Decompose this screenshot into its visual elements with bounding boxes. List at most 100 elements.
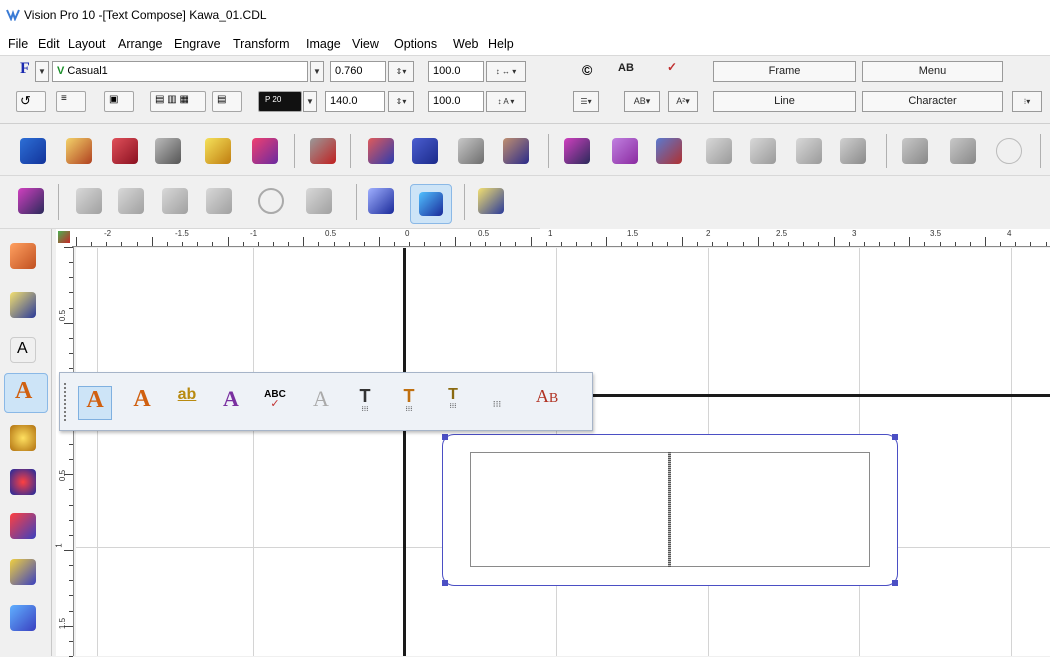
layers-icon[interactable] <box>612 138 638 164</box>
download-icon[interactable] <box>306 188 332 214</box>
menu-web[interactable]: Web <box>453 37 478 51</box>
undo-icon[interactable] <box>368 138 394 164</box>
copyright-icon[interactable]: © <box>582 62 592 78</box>
text-tool-icon: A <box>15 378 33 404</box>
engrave-path-icon[interactable] <box>206 188 232 214</box>
layout-icon[interactable] <box>18 188 44 214</box>
node-edit-icon[interactable] <box>706 138 732 164</box>
text-numbers-icon[interactable]: ⁝⁝⁝ <box>480 386 514 420</box>
menu-help[interactable]: Help <box>488 37 514 51</box>
font-name-dropdown[interactable]: ▼ <box>310 61 324 82</box>
stack-down-selected[interactable] <box>410 184 452 224</box>
group-icon[interactable] <box>950 138 976 164</box>
menu-arrange[interactable]: Arrange <box>118 37 162 51</box>
font-type-dropdown[interactable]: ▼ <box>35 61 49 82</box>
paint-bucket-icon[interactable] <box>10 605 36 631</box>
ruler-tick <box>333 242 335 246</box>
line-spacing-field[interactable]: 140.0 <box>325 91 385 112</box>
menu-options[interactable]: Options <box>394 37 437 51</box>
menu-transform[interactable]: Transform <box>233 37 290 51</box>
text-case-icon[interactable]: AB <box>530 386 564 420</box>
redo-icon[interactable] <box>412 138 438 164</box>
menu-view[interactable]: View <box>352 37 379 51</box>
superscript-dropdown[interactable]: A²▾ <box>668 91 698 112</box>
cut-icon[interactable] <box>458 138 484 164</box>
paragraph-dropdown-icon[interactable]: ▤ <box>212 91 242 112</box>
print-icon[interactable] <box>205 138 231 164</box>
align-left-dropdown-icon[interactable]: ≡ <box>56 91 86 112</box>
text-height-field[interactable]: 0.760 <box>330 61 386 82</box>
edit-shape-icon[interactable] <box>10 513 36 539</box>
shadow-icon[interactable] <box>840 138 866 164</box>
spell-check-icon[interactable]: ABC ✓ <box>258 386 292 420</box>
import-icon[interactable] <box>155 138 181 164</box>
line-spacing-spinner[interactable]: ⇕▾ <box>388 91 414 112</box>
list-dropdown[interactable]: ☰▾ <box>573 91 599 112</box>
machine-setup-icon[interactable] <box>478 188 504 214</box>
text-tracking-icon[interactable]: T ⁝⁝⁝ <box>348 386 382 420</box>
zoom-icon[interactable] <box>10 425 36 451</box>
menu-engrave[interactable]: Engrave <box>174 37 221 51</box>
text-kerning-icon[interactable]: T ⁝⁝⁝ <box>392 386 426 420</box>
ab-accent-icon[interactable]: AB <box>618 62 634 74</box>
machine-icon[interactable] <box>310 138 336 164</box>
text-on-path-icon[interactable]: A <box>214 386 248 420</box>
menu-layout[interactable]: Layout <box>68 37 106 51</box>
character-button[interactable]: Character <box>862 91 1003 112</box>
ruler-corner[interactable] <box>56 229 72 247</box>
selection-handle[interactable] <box>442 580 448 586</box>
properties-icon[interactable] <box>656 138 682 164</box>
save-icon[interactable] <box>112 138 138 164</box>
height-spinner[interactable]: ⇕▾ <box>388 61 414 82</box>
shapes-icon[interactable] <box>10 469 36 495</box>
outline-icon[interactable] <box>162 188 188 214</box>
justify-dropdown-icon[interactable]: ▣ <box>104 91 134 112</box>
menu-file[interactable]: File <box>8 37 28 51</box>
stack-up-icon[interactable] <box>368 188 394 214</box>
row-pos-dropdown[interactable]: ▼ <box>303 91 317 112</box>
fill-icon[interactable] <box>118 188 144 214</box>
new-file-icon[interactable] <box>20 138 46 164</box>
engrave-send-icon[interactable] <box>252 138 278 164</box>
font-name-field[interactable]: V Casual1 <box>52 61 308 82</box>
width-spinner[interactable]: ↕ ↔ ▾ <box>486 61 526 82</box>
menu-image[interactable]: Image <box>306 37 341 51</box>
preview-icon[interactable] <box>503 138 529 164</box>
ab-case-dropdown[interactable]: AB▾ <box>624 91 660 112</box>
extra-dropdown[interactable]: ⁝▾ <box>1012 91 1042 112</box>
paragraph-align-icons[interactable]: ▤ ▥ ▦ <box>150 91 206 112</box>
ellipse-icon[interactable] <box>996 138 1022 164</box>
selection-handle[interactable] <box>442 434 448 440</box>
target-icon[interactable] <box>258 188 284 214</box>
weld-icon[interactable] <box>750 138 776 164</box>
frame-button[interactable]: Frame <box>713 61 856 82</box>
outline-text-icon[interactable]: A <box>304 386 338 420</box>
material-icon[interactable] <box>564 138 590 164</box>
width-percent-field[interactable]: 100.0 <box>428 61 484 82</box>
selection-handle[interactable] <box>892 580 898 586</box>
flyout-grip[interactable] <box>64 383 66 421</box>
arc-text-icon[interactable]: ab <box>170 386 204 420</box>
row-position-indicator[interactable]: P 20 <box>258 91 302 112</box>
select-arrow-icon[interactable] <box>10 243 36 269</box>
text-tool-selected[interactable]: A <box>4 373 48 413</box>
char-spacing-spinner[interactable]: ↕ A ▾ <box>486 91 526 112</box>
line-button[interactable]: Line <box>713 91 856 112</box>
spell-check-small-icon[interactable]: ✓ <box>667 60 677 74</box>
char-spacing-field[interactable]: 100.0 <box>428 91 484 112</box>
machine-tool-icon[interactable] <box>10 292 36 318</box>
open-file-icon[interactable] <box>66 138 92 164</box>
pencil-icon[interactable] <box>10 559 36 585</box>
puzzle-icon[interactable] <box>902 138 928 164</box>
text-baseline-icon[interactable]: T ⁝⁝⁝ <box>436 386 470 420</box>
selection-handle[interactable] <box>892 434 898 440</box>
design-canvas[interactable] <box>76 248 1050 656</box>
trim-icon[interactable] <box>796 138 822 164</box>
undo-dropdown-icon[interactable]: ↺ <box>16 91 46 112</box>
text-icon[interactable]: A <box>125 386 159 420</box>
tool-path-icon[interactable] <box>76 188 102 214</box>
text-frame-icon[interactable]: A <box>78 386 112 420</box>
menu-button[interactable]: Menu <box>862 61 1003 82</box>
pen-tool-icon[interactable]: A <box>10 337 36 363</box>
menu-edit[interactable]: Edit <box>38 37 60 51</box>
